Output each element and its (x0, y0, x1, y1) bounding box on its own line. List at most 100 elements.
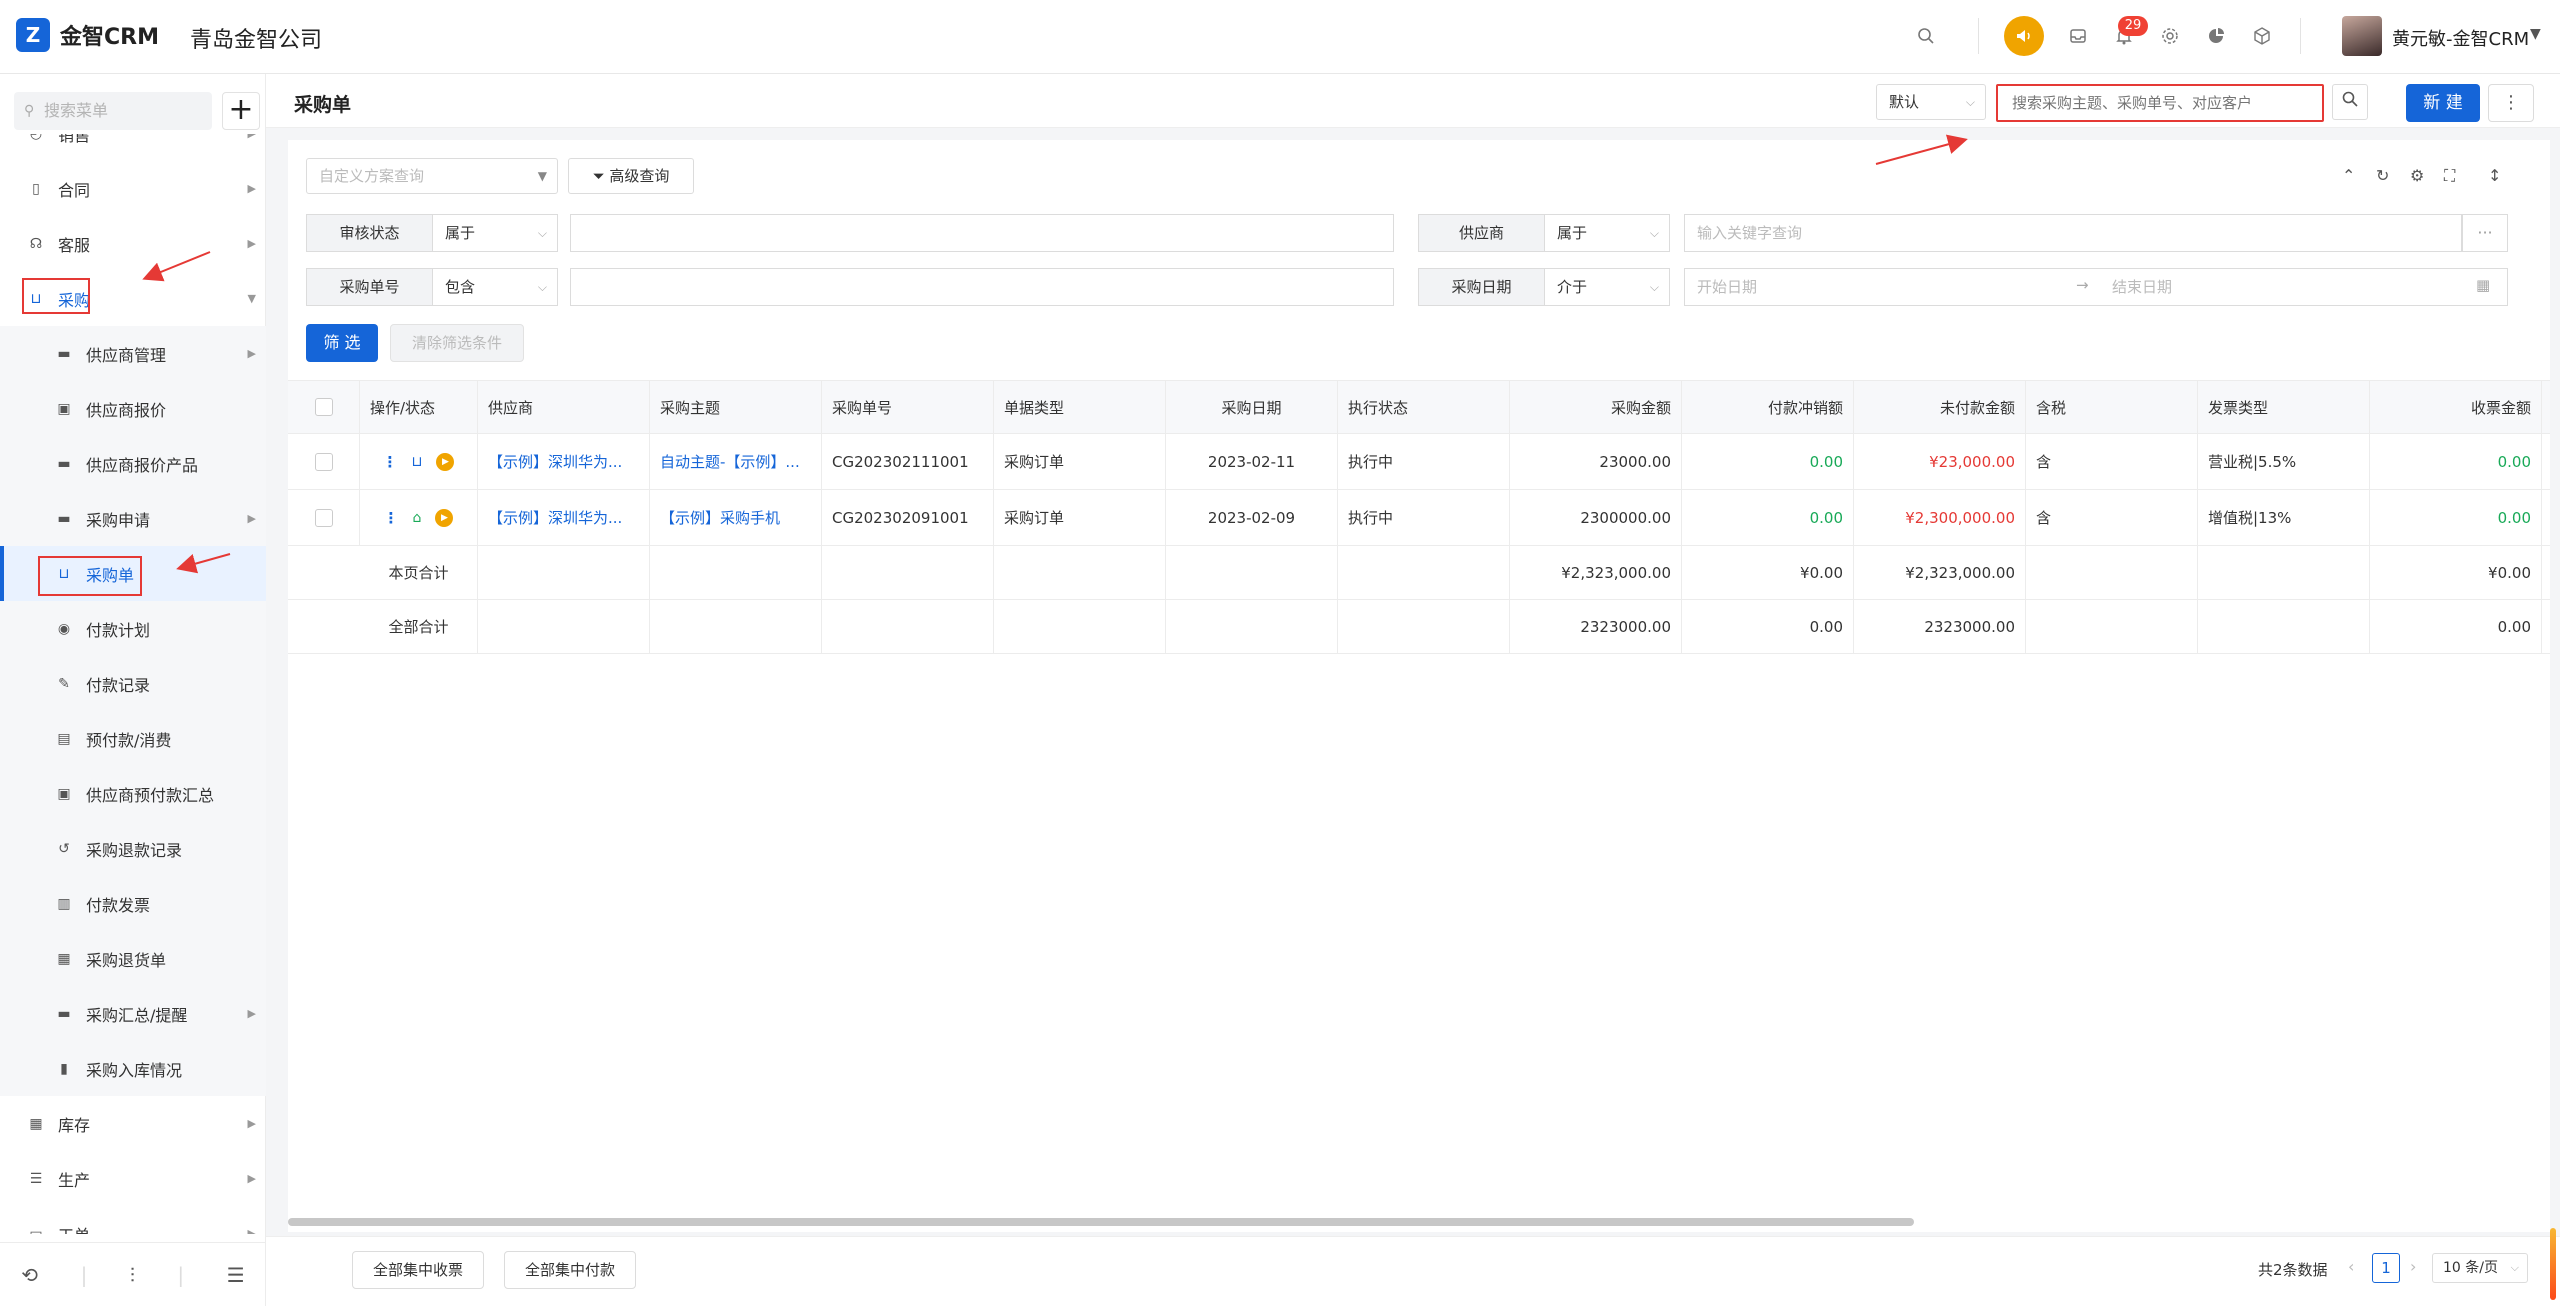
sidebar-item-supplier-quote[interactable]: ▣ 供应商报价 (0, 381, 266, 436)
column-header[interactable]: 采购金额 (1510, 381, 1682, 433)
sidebar-item-payment-invoice[interactable]: ▥ 付款发票 (0, 876, 266, 931)
company-name[interactable]: 青岛金智公司 (190, 22, 322, 54)
refresh-icon[interactable]: ↻ (2376, 166, 2389, 185)
app-logo[interactable]: Z 金智CRM (16, 18, 159, 52)
more-actions-icon[interactable]: ⋮ (384, 509, 399, 527)
global-search-icon[interactable] (1912, 22, 1940, 50)
settings-icon[interactable]: ⚙ (2410, 166, 2424, 185)
play-icon[interactable]: ▶ (435, 508, 454, 527)
supplier-keyword-input[interactable]: 输入关键字查询 (1684, 214, 2462, 252)
row-checkbox[interactable] (314, 452, 333, 471)
sidebar-item-prepayment[interactable]: ▤ 预付款/消费 (0, 711, 266, 766)
order-number-operator[interactable]: 包含 ⌵ (432, 268, 558, 306)
audit-status-operator[interactable]: 属于 ⌵ (432, 214, 558, 252)
view-select[interactable]: 默认 ⌵ (1876, 84, 1986, 120)
pie-chart-icon[interactable] (2202, 22, 2230, 50)
advanced-query-button[interactable]: ⏷ 高级查询 (568, 158, 694, 194)
annotation-box (38, 556, 142, 596)
folder-icon: ▬ (57, 345, 71, 362)
more-options-button[interactable]: ⋮ (2488, 84, 2534, 122)
chevron-right-icon[interactable]: › (2410, 1257, 2416, 1276)
collapse-up-icon[interactable]: ⌃ (2342, 166, 2355, 185)
page-size-select[interactable]: 10 条/页 ⌵ (2432, 1253, 2528, 1283)
column-header[interactable]: 采购日期 (1166, 381, 1338, 433)
collapse-menu-icon[interactable]: ☰ (227, 1263, 245, 1287)
column-header[interactable]: 收票金额 (2370, 381, 2542, 433)
table-row[interactable]: ⋮ ⊔ ▶ 【示例】深圳华为... 自动主题-【示例】... CG2023021… (288, 434, 2550, 490)
current-page[interactable]: 1 (2372, 1253, 2400, 1283)
supplier-picker-button[interactable]: ··· (2462, 214, 2508, 252)
user-name[interactable]: 黄元敏-金智CRM (2392, 25, 2529, 51)
sidebar-item-production[interactable]: ☰ 生产 ▶ (0, 1151, 266, 1206)
purchase-date-operator[interactable]: 介于 ⌵ (1544, 268, 1670, 306)
sidebar-item-supplier-mgmt[interactable]: ▬ 供应商管理 ▶ (0, 326, 266, 381)
column-header[interactable]: 采购主题 (650, 381, 822, 433)
more-actions-icon[interactable]: ⋮ (383, 453, 398, 471)
order-search-input[interactable] (1996, 84, 2324, 122)
warehouse-icon: ▦ (29, 1115, 43, 1132)
supplier-operator[interactable]: 属于 ⌵ (1544, 214, 1670, 252)
menu-search-input[interactable]: ⚲ 搜索菜单 (14, 92, 212, 130)
filter-button[interactable]: 筛 选 (306, 324, 378, 362)
sidebar-item-label: 预付款/消费 (86, 730, 172, 750)
horizontal-scrollbar[interactable] (288, 1218, 1914, 1226)
sidebar-item-payment-record[interactable]: ✎ 付款记录 (0, 656, 266, 711)
sidebar-item-refund-record[interactable]: ↺ 采购退款记录 (0, 821, 266, 876)
sidebar-item-payment-plan[interactable]: ◉ 付款计划 (0, 601, 266, 656)
column-header[interactable]: 供应商 (478, 381, 650, 433)
cube-icon[interactable] (2248, 22, 2276, 50)
play-icon[interactable]: ▶ (436, 452, 455, 471)
tax-included: 含 (2026, 490, 2198, 545)
add-menu-button[interactable]: + (222, 92, 260, 130)
column-header[interactable]: 发票类型 (2198, 381, 2370, 433)
supplier-link[interactable]: 【示例】深圳华为... (478, 490, 650, 545)
caret-down-icon[interactable]: ▼ (2530, 26, 2541, 42)
warehouse-icon[interactable]: ⌂ (413, 510, 422, 526)
sidebar-item-supplier-prepay-summary[interactable]: ▣ 供应商预付款汇总 (0, 766, 266, 821)
avatar[interactable] (2342, 16, 2382, 56)
sidebar-item-service[interactable]: ☊ 客服 ▶ (0, 216, 266, 271)
basket-icon[interactable]: ⊔ (412, 454, 423, 470)
table-row[interactable]: ⋮ ⌂ ▶ 【示例】深圳华为... 【示例】采购手机 CG20230209100… (288, 490, 2550, 546)
new-button[interactable]: 新 建 (2406, 84, 2480, 122)
search-button[interactable] (2332, 84, 2368, 120)
sidebar-item-stock-in[interactable]: ▮ 采购入库情况 (0, 1041, 266, 1096)
date-range-picker[interactable]: 开始日期 (1684, 268, 2508, 306)
custom-scheme-select[interactable]: 自定义方案查询 ▼ (306, 158, 558, 194)
sidebar-item-contract[interactable]: ▯ 合同 ▶ (0, 161, 266, 216)
sidebar-item-purchase-request[interactable]: ▬ 采购申请 ▶ (0, 491, 266, 546)
sidebar-item-return-order[interactable]: ▦ 采购退货单 (0, 931, 266, 986)
row-checkbox[interactable] (314, 508, 333, 527)
sliders-icon[interactable]: ⫶ (130, 1263, 135, 1287)
gear-icon[interactable] (2156, 22, 2184, 50)
inbox-icon[interactable] (2064, 22, 2092, 50)
collect-invoices-button[interactable]: 全部集中收票 (352, 1251, 484, 1289)
sidebar-item-purchase-summary[interactable]: ▬ 采购汇总/提醒 ▶ (0, 986, 266, 1041)
subject-link[interactable]: 自动主题-【示例】... (650, 434, 822, 489)
batch-payment-button[interactable]: 全部集中付款 (504, 1251, 636, 1289)
column-header[interactable]: 付款冲销额 (1682, 381, 1854, 433)
row-height-icon[interactable]: ↕ (2488, 166, 2501, 185)
history-icon[interactable]: ⟲ (21, 1263, 38, 1287)
order-number-value[interactable] (570, 268, 1394, 306)
announcement-icon[interactable] (2004, 16, 2044, 56)
sidebar-item-ticket[interactable]: ▭ 工单 ▶ (0, 1206, 266, 1235)
chevron-left-icon[interactable]: ‹ (2348, 1257, 2354, 1276)
column-header[interactable]: 执行状态 (1338, 381, 1510, 433)
column-header[interactable]: 单据类型 (994, 381, 1166, 433)
audit-status-value[interactable] (570, 214, 1394, 252)
column-header[interactable]: 采购单号 (822, 381, 994, 433)
clear-filters-button[interactable]: 清除筛选条件 (390, 324, 524, 362)
column-header[interactable]: 含税 (2026, 381, 2198, 433)
supplier-link[interactable]: 【示例】深圳华为... (478, 434, 650, 489)
sidebar-item-inventory[interactable]: ▦ 库存 ▶ (0, 1096, 266, 1151)
sidebar-item-label: 工单 (58, 1222, 90, 1235)
column-header[interactable]: 未付款金额 (1854, 381, 2026, 433)
purchase-date: 2023-02-11 (1166, 434, 1338, 489)
subject-link[interactable]: 【示例】采购手机 (650, 490, 822, 545)
sidebar-item-sales[interactable]: ◴ 销售 ▶ (0, 134, 266, 161)
fullscreen-icon[interactable]: ⛶ (2444, 166, 2455, 186)
sidebar-item-supplier-quote-product[interactable]: ▬ 供应商报价产品 (0, 436, 266, 491)
select-all-checkbox[interactable] (314, 398, 333, 416)
select-all-cell (288, 381, 360, 433)
